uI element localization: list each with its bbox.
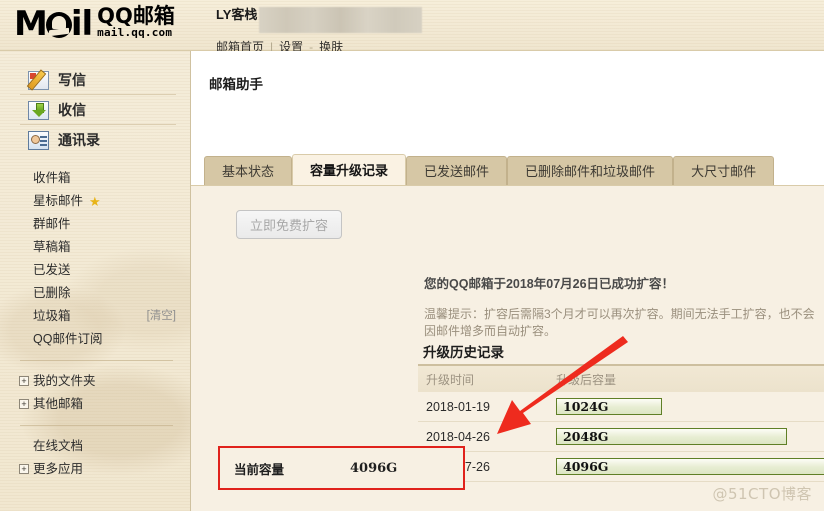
redacted-account-email [259, 7, 423, 33]
folder-label: 群邮件 [33, 217, 71, 231]
watermark: @51CTO博客 [712, 485, 812, 503]
capacity-bar: 1024G [556, 398, 662, 415]
sidebar: 写信 收信 通讯录 收件箱 星标邮件 ★ 群邮件 草稿箱 已发送 已删除 垃圾箱… [0, 51, 190, 511]
capacity-bar: 4096G [556, 458, 824, 475]
folder-label: QQ邮件订阅 [33, 332, 103, 346]
folder-sent[interactable]: 已发送 [0, 259, 190, 282]
capacity-value: 4096G [563, 459, 609, 474]
sidebar-divider-1 [20, 360, 173, 361]
row-capacity-cell: 2048G [556, 428, 824, 445]
compose-icon [28, 70, 49, 90]
upgrade-success-message: 您的QQ邮箱于2018年07月26日已成功扩容！ [424, 277, 675, 291]
inbox-icon [28, 100, 49, 120]
row-date: 2018-04-26 [426, 429, 490, 444]
row-capacity-cell: 1024G [556, 398, 824, 415]
column-header-capacity: 升级后容量 [556, 372, 617, 387]
table-row: 2018-04-26 2048G [418, 422, 824, 452]
sidebar-item-contacts[interactable]: 通讯录 [0, 124, 190, 155]
tab-sent-mail[interactable]: 已发送邮件 [406, 156, 508, 185]
logo-mail-tail: il [70, 4, 93, 44]
folder-inbox[interactable]: 收件箱 [0, 167, 190, 190]
folder-label: 已发送 [33, 263, 71, 277]
table-row: 2018-07-26 4096G [418, 452, 824, 482]
account-block: LY客栈 邮箱首页 | 设置 - 换肤 [216, 7, 423, 55]
sidebar-label-inbox: 收信 [58, 102, 86, 118]
sidebar-item-inbox[interactable]: 收信 [0, 94, 190, 125]
folder-label: 星标邮件 [33, 194, 84, 208]
contacts-icon [28, 130, 49, 150]
folder-label: 更多应用 [33, 462, 84, 476]
site-header: Mil QQ邮箱 mail.qq.com LY客栈 邮箱首页 | 设置 - 换肤 [0, 0, 824, 54]
app-online-docs[interactable]: 在线文档 [0, 435, 190, 458]
folder-deleted[interactable]: 已删除 [0, 282, 190, 305]
row-date: 2018-01-19 [426, 399, 490, 414]
folder-label: 已删除 [33, 286, 71, 300]
folder-my-folders[interactable]: + 我的文件夹 [0, 370, 190, 393]
star-icon: ★ [89, 194, 101, 209]
logo-url-label: mail.qq.com [97, 26, 173, 39]
tab-basic-status[interactable]: 基本状态 [204, 156, 293, 185]
free-upgrade-button[interactable]: 立即免费扩容 [236, 210, 342, 239]
logo-mail-m: M [14, 4, 48, 44]
expand-plus-icon[interactable]: + [19, 464, 29, 474]
folder-subscription[interactable]: QQ邮件订阅 [0, 328, 190, 351]
mail-wordmark: Mil [14, 4, 93, 44]
capacity-bar: 2048G [556, 428, 787, 445]
tab-bar: 基本状态 容量升级记录 已发送邮件 已删除邮件和垃圾邮件 大尺寸邮件 [204, 154, 824, 185]
folder-drafts[interactable]: 草稿箱 [0, 236, 190, 259]
logo-chinese-label: QQ邮箱 [97, 4, 175, 28]
folder-starred[interactable]: 星标邮件 ★ [0, 190, 190, 213]
main-panel: 邮箱助手 基本状态 容量升级记录 已发送邮件 已删除邮件和垃圾邮件 大尺寸邮件 … [190, 51, 824, 511]
app-more-apps[interactable]: + 更多应用 [0, 458, 190, 481]
page-title: 邮箱助手 [209, 77, 263, 92]
upgrade-history-table: 升级时间 升级后容量 2018-01-19 1024G 2018-04-26 2… [418, 364, 824, 482]
sidebar-label-contacts: 通讯录 [58, 132, 100, 148]
folder-label: 其他邮箱 [33, 397, 84, 411]
current-capacity-value: 4096G [350, 460, 398, 476]
current-capacity-label: 当前容量 [234, 462, 285, 477]
sidebar-label-compose: 写信 [58, 72, 86, 88]
folder-label: 我的文件夹 [33, 374, 96, 388]
tab-large-mail[interactable]: 大尺寸邮件 [673, 156, 775, 185]
expand-plus-icon[interactable]: + [19, 399, 29, 409]
tab-capacity-upgrade-log[interactable]: 容量升级记录 [292, 154, 407, 185]
account-name: LY客栈 [216, 7, 258, 22]
table-row: 2018-01-19 1024G [418, 392, 824, 422]
folder-other-mailboxes[interactable]: + 其他邮箱 [0, 393, 190, 416]
current-capacity-highlight-box: 当前容量 4096G [218, 446, 465, 490]
upgrade-tip-message: 温馨提示：扩容后需隔3个月才可以再次扩容。期间无法手工扩容，也不会因邮件增多而自… [424, 307, 815, 338]
folder-label: 垃圾箱 [33, 309, 71, 323]
folder-list: 收件箱 星标邮件 ★ 群邮件 草稿箱 已发送 已删除 垃圾箱 [清空] QQ邮件… [0, 167, 190, 481]
column-header-time: 升级时间 [426, 372, 475, 387]
row-capacity-cell: 4096G [556, 458, 824, 475]
qq-mail-logo[interactable]: Mil QQ邮箱 mail.qq.com [14, 4, 175, 44]
tab-deleted-and-spam[interactable]: 已删除邮件和垃圾邮件 [507, 156, 674, 185]
folder-group-mail[interactable]: 群邮件 [0, 213, 190, 236]
capacity-value: 2048G [563, 429, 609, 444]
sidebar-item-compose[interactable]: 写信 [0, 65, 190, 95]
folder-trash[interactable]: 垃圾箱 [清空] [0, 305, 190, 328]
trash-clear-action[interactable]: [清空] [147, 305, 176, 328]
folder-label: 在线文档 [33, 439, 84, 453]
folder-label: 收件箱 [33, 171, 71, 185]
table-header-row: 升级时间 升级后容量 [418, 364, 824, 392]
sidebar-divider-2 [20, 425, 173, 426]
capacity-value: 1024G [563, 399, 609, 414]
expand-plus-icon[interactable]: + [19, 376, 29, 386]
history-section-title: 升级历史记录 [423, 345, 504, 360]
logo-o-icon [45, 12, 72, 38]
page-root: Mil QQ邮箱 mail.qq.com LY客栈 邮箱首页 | 设置 - 换肤… [0, 0, 824, 511]
folder-label: 草稿箱 [33, 240, 71, 254]
